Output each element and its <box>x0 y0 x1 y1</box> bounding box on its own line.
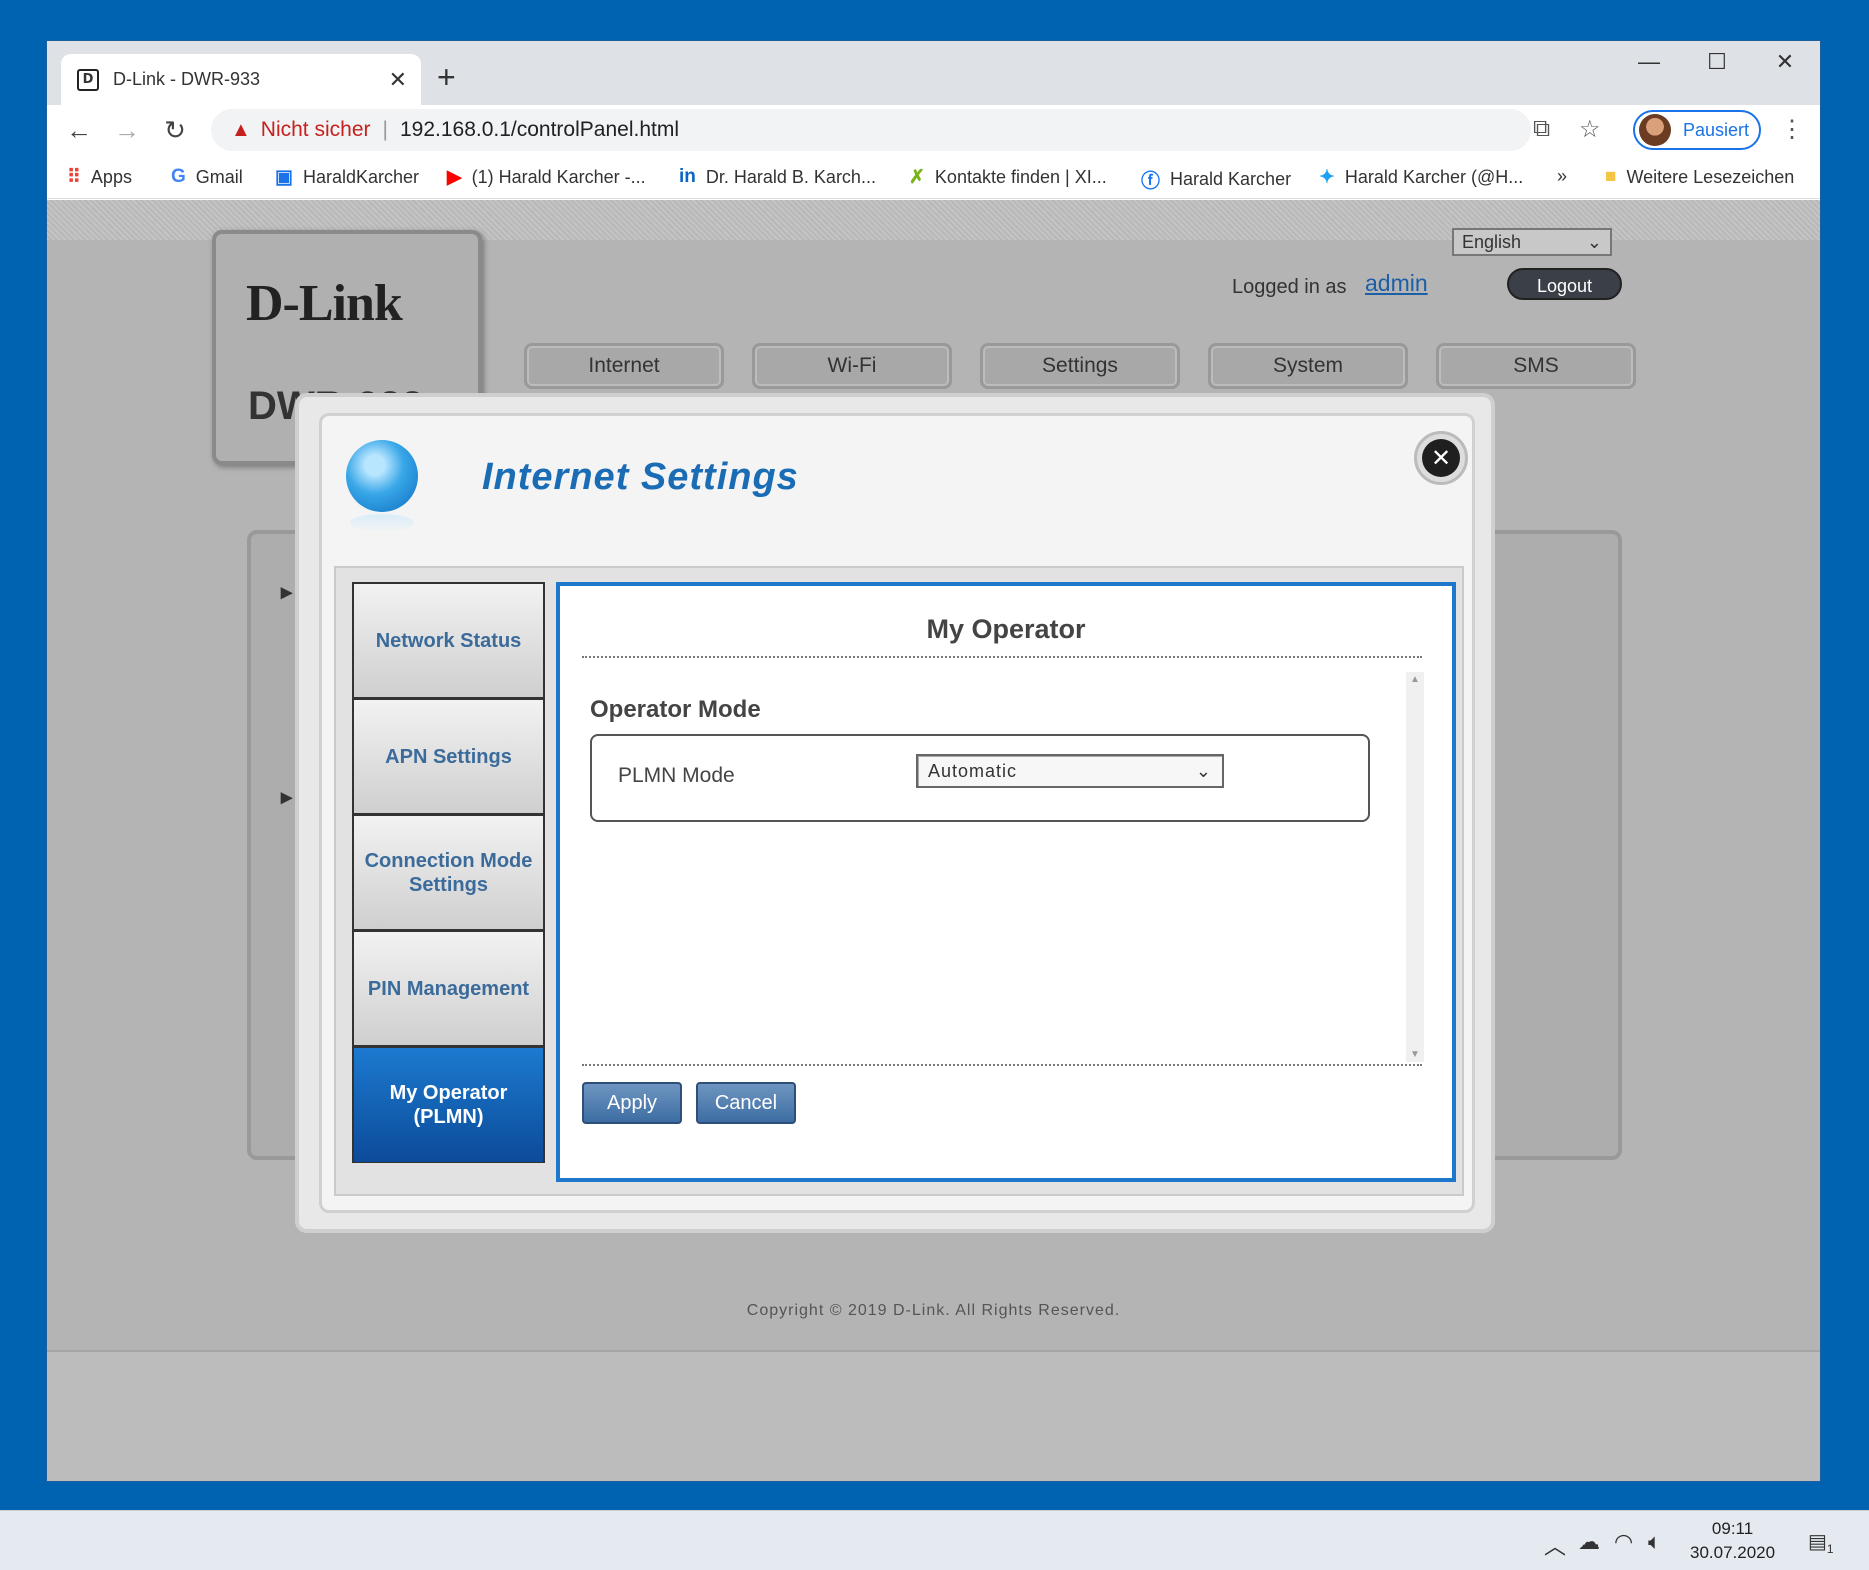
modal-title: Internet Settings <box>482 456 799 498</box>
twitter-icon: ✦ <box>1319 167 1335 188</box>
page-footer <box>47 1350 1820 1481</box>
apply-button[interactable]: Apply <box>582 1082 682 1124</box>
sidenav-item-network-status[interactable]: Network Status <box>352 582 545 698</box>
dlink-favicon-icon: D <box>77 68 99 91</box>
globe-icon <box>346 440 418 512</box>
bookmark-gmail[interactable]: G Gmail <box>171 166 243 188</box>
nav-tab-sms[interactable]: SMS <box>1436 343 1636 389</box>
translate-icon[interactable]: ⧉ <box>1533 115 1550 143</box>
plmn-mode-label: PLMN Mode <box>618 764 735 787</box>
nav-tab-settings[interactable]: Settings <box>980 343 1180 389</box>
logout-button[interactable]: Logout <box>1507 268 1622 300</box>
profile-button[interactable]: Pausiert <box>1633 110 1761 150</box>
content-panel: My Operator Operator Mode PLMN Mode Auto… <box>556 582 1456 1182</box>
youtube-icon: ▶ <box>447 167 462 188</box>
bookmark-facebook[interactable]: ⓕ Harald Karcher <box>1141 166 1291 193</box>
bookmark-linkedin[interactable]: in Dr. Harald B. Karch... <box>679 166 876 188</box>
divider <box>582 656 1422 658</box>
nav-tab-wifi[interactable]: Wi-Fi <box>752 343 952 389</box>
admin-link[interactable]: admin <box>1365 270 1428 297</box>
address-bar[interactable]: ▲ Nicht sicher | 192.168.0.1/controlPane… <box>211 109 1531 151</box>
chevron-down-icon: ⌄ <box>1195 760 1212 781</box>
avatar <box>1639 114 1671 146</box>
notification-count: 1 <box>1826 1542 1834 1556</box>
onedrive-cloud-icon[interactable]: ☁ <box>1578 1529 1600 1555</box>
minimize-icon[interactable]: — <box>1629 49 1669 75</box>
tray-chevron-up-icon[interactable]: ︿ <box>1544 1529 1566 1561</box>
bookmarks-bar: ⠿ Apps G Gmail ▣ HaraldKarcher ▶ (1) Har… <box>47 155 1820 199</box>
apps-grid-icon: ⠿ <box>67 167 81 188</box>
volume-icon[interactable]: 🔈︎ <box>1648 1529 1661 1555</box>
sidenav-item-my-operator[interactable]: My Operator (PLMN) <box>352 1046 545 1163</box>
nav-tab-system[interactable]: System <box>1208 343 1408 389</box>
ghost-heading-icon: ▸ <box>281 579 293 604</box>
sidenav-item-apn-settings[interactable]: APN Settings <box>352 698 545 814</box>
section-title: Operator Mode <box>590 696 761 723</box>
tab-title: D-Link - DWR-933 <box>113 69 261 89</box>
notification-icon[interactable]: ▤1 <box>1808 1529 1834 1556</box>
bookmark-other-folder[interactable]: ■ Weitere Lesezeichen <box>1605 166 1794 188</box>
logged-in-label: Logged in as <box>1232 276 1347 298</box>
browser-toolbar: ← → ↻ ▲ Nicht sicher | 192.168.0.1/contr… <box>47 105 1820 155</box>
internet-settings-modal: Internet Settings ✕ Network Status APN S… <box>295 393 1495 1233</box>
back-icon[interactable]: ← <box>61 115 97 146</box>
page-icon: ▣ <box>275 167 293 188</box>
divider-bottom <box>582 1064 1422 1066</box>
windows-taskbar: ︿ ☁ ◠ 🔈︎ 09:11 30.07.2020 ▤1 <box>0 1510 1869 1570</box>
content-scrollbar[interactable]: ▲ ▼ <box>1406 672 1424 1062</box>
forward-icon[interactable]: → <box>109 115 145 146</box>
globe-reflection <box>350 514 414 532</box>
settings-sidenav: Network Status APN Settings Connection M… <box>352 582 545 1163</box>
copyright-text: Copyright © 2019 D-Link. All Rights Rese… <box>746 1302 1121 1319</box>
security-label: Nicht sicher <box>260 118 371 141</box>
bookmark-haraldkarcher[interactable]: ▣ HaraldKarcher <box>275 166 419 189</box>
reload-icon[interactable]: ↻ <box>157 115 193 146</box>
profile-label: Pausiert <box>1683 119 1750 140</box>
url-text: 192.168.0.1/controlPanel.html <box>399 118 679 141</box>
bookmark-twitter[interactable]: ✦ Harald Karcher (@H... <box>1319 166 1523 189</box>
menu-kebab-icon[interactable]: ⋮ <box>1780 115 1804 144</box>
bookmark-apps[interactable]: ⠿ Apps <box>67 166 132 189</box>
cancel-button[interactable]: Cancel <box>696 1082 796 1124</box>
new-tab-button[interactable]: + <box>437 59 456 96</box>
clock-date: 30.07.2020 <box>1690 1543 1776 1562</box>
chevron-down-icon: ⌄ <box>1586 231 1602 252</box>
scroll-up-icon[interactable]: ▲ <box>1410 674 1420 685</box>
tab-bar: D D-Link - DWR-933 ✕ + — ☐ ✕ <box>47 41 1820 105</box>
linkedin-icon: in <box>679 166 696 187</box>
close-icon: ✕ <box>1422 439 1460 477</box>
brand-logo: D-Link <box>246 275 403 332</box>
xing-icon: ✗ <box>909 167 925 188</box>
modal-inner: Internet Settings ✕ Network Status APN S… <box>319 413 1475 1213</box>
modal-body: Network Status APN Settings Connection M… <box>334 566 1464 1196</box>
bookmark-star-icon[interactable]: ☆ <box>1579 115 1601 144</box>
separator: | <box>382 118 388 141</box>
browser-tab[interactable]: D D-Link - DWR-933 ✕ <box>61 54 421 105</box>
operator-mode-fieldset: PLMN Mode Automatic ⌄ <box>590 734 1370 822</box>
bookmark-youtube[interactable]: ▶ (1) Harald Karcher -... <box>447 166 646 189</box>
close-tab-icon[interactable]: ✕ <box>389 67 407 93</box>
maximize-icon[interactable]: ☐ <box>1697 49 1737 75</box>
close-window-icon[interactable]: ✕ <box>1765 49 1805 75</box>
sidenav-item-connection-mode[interactable]: Connection Mode Settings <box>352 814 545 930</box>
more-bookmarks-chevron-icon[interactable]: » <box>1557 166 1567 187</box>
content-title: My Operator <box>926 614 1086 644</box>
clock-time: 09:11 <box>1711 1519 1754 1538</box>
wifi-icon[interactable]: ◠ <box>1614 1529 1633 1555</box>
nav-tab-internet[interactable]: Internet <box>524 343 724 389</box>
facebook-icon: ⓕ <box>1141 171 1161 192</box>
sidenav-item-pin-management[interactable]: PIN Management <box>352 930 545 1046</box>
modal-close-button[interactable]: ✕ <box>1414 431 1468 485</box>
google-icon: G <box>171 166 186 187</box>
scroll-down-icon[interactable]: ▼ <box>1410 1049 1420 1060</box>
ghost-heading-icon-2: ▸ <box>281 784 293 809</box>
system-clock[interactable]: 09:11 30.07.2020 <box>1690 1517 1775 1565</box>
folder-icon: ■ <box>1605 166 1617 187</box>
plmn-mode-select[interactable]: Automatic ⌄ <box>916 754 1224 788</box>
warning-icon: ▲ <box>231 118 251 141</box>
language-select[interactable]: English ⌄ <box>1452 228 1612 256</box>
bookmark-xing[interactable]: ✗ Kontakte finden | XI... <box>909 166 1107 189</box>
plmn-mode-value: Automatic <box>928 760 1018 781</box>
